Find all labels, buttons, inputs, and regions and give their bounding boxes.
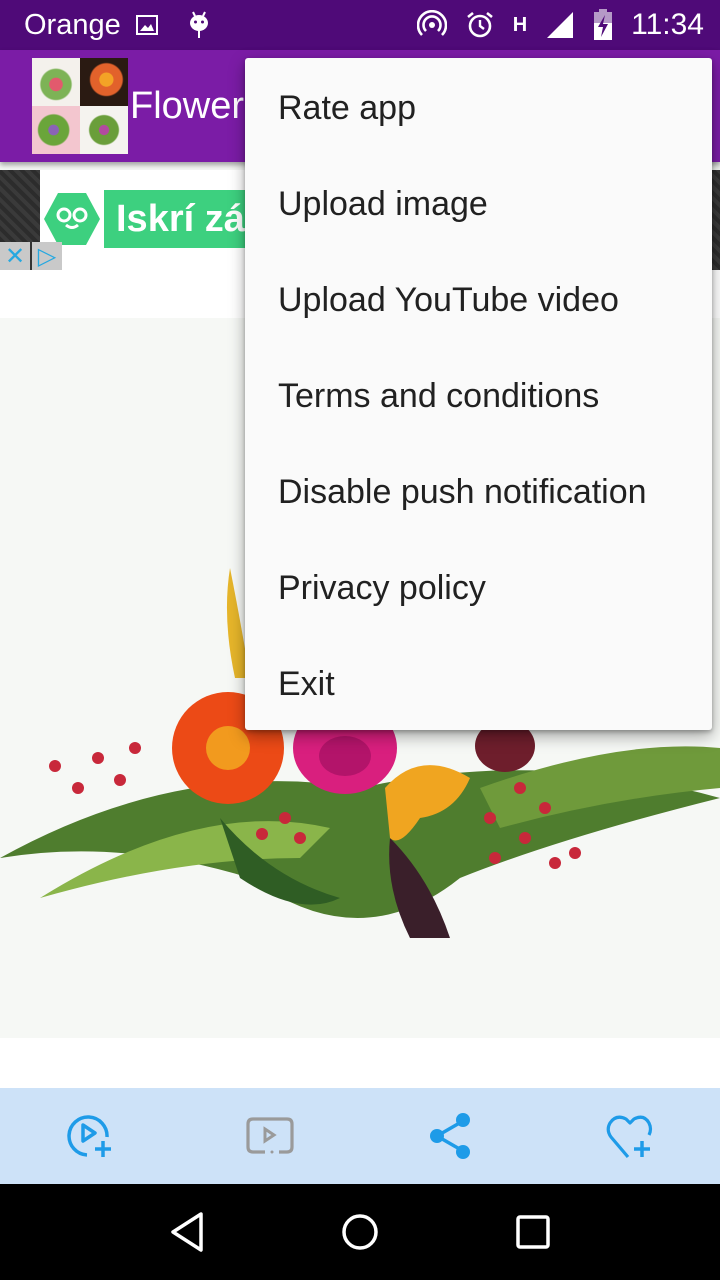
app-title: Flowers	[130, 84, 264, 127]
ad-controls: ✕ ▷	[0, 242, 62, 270]
menu-item-rate-app[interactable]: Rate app	[245, 60, 712, 156]
bottom-toolbar	[0, 1088, 720, 1184]
ad-brand[interactable]: Iskrí zá	[44, 190, 257, 248]
ad-background	[0, 170, 40, 242]
youtube-button[interactable]	[225, 1091, 315, 1181]
heart-plus-icon	[606, 1115, 653, 1159]
menu-item-upload-image[interactable]: Upload image	[245, 156, 712, 252]
share-button[interactable]	[405, 1091, 495, 1181]
network-h-icon: H	[512, 14, 528, 36]
ad-close-button[interactable]: ✕	[0, 242, 30, 270]
navigation-bar	[0, 1184, 720, 1280]
android-debug-icon	[187, 10, 211, 40]
home-button[interactable]	[320, 1192, 400, 1272]
hotspot-icon	[416, 10, 447, 40]
battery-charging-icon	[593, 9, 613, 41]
adchoices-icon[interactable]: ▷	[32, 242, 62, 270]
back-icon	[170, 1212, 203, 1252]
ad-text: Iskrí zá	[104, 190, 257, 248]
ad-logo-icon	[44, 193, 100, 245]
recents-icon	[516, 1215, 551, 1249]
carrier-name: Orange	[24, 8, 121, 41]
signal-icon	[545, 10, 575, 40]
favorite-button[interactable]	[585, 1091, 675, 1181]
back-button[interactable]	[147, 1192, 227, 1272]
image-spacer	[0, 1038, 720, 1088]
gallery-icon	[135, 13, 159, 37]
home-icon	[342, 1214, 378, 1250]
menu-item-disable-push-notification[interactable]: Disable push notification	[245, 444, 712, 540]
menu-item-upload-youtube-video[interactable]: Upload YouTube video	[245, 252, 712, 348]
video-box-icon	[246, 1117, 294, 1154]
menu-item-terms-and-conditions[interactable]: Terms and conditions	[245, 348, 712, 444]
alarm-icon	[465, 10, 495, 40]
recents-button[interactable]	[493, 1192, 573, 1272]
play-plus-icon	[67, 1115, 111, 1157]
clock: 11:34	[631, 8, 704, 41]
add-video-button[interactable]	[45, 1091, 135, 1181]
screen: Orange H 11:34 Flowers Iskrí zá ✕ ▷ Rate…	[0, 0, 720, 1280]
app-logo	[32, 58, 128, 154]
overflow-menu: Rate app Upload image Upload YouTube vid…	[245, 58, 712, 730]
share-icon	[430, 1113, 470, 1159]
status-bar: Orange H 11:34	[0, 0, 720, 50]
menu-item-privacy-policy[interactable]: Privacy policy	[245, 540, 712, 636]
menu-item-exit[interactable]: Exit	[245, 636, 712, 732]
